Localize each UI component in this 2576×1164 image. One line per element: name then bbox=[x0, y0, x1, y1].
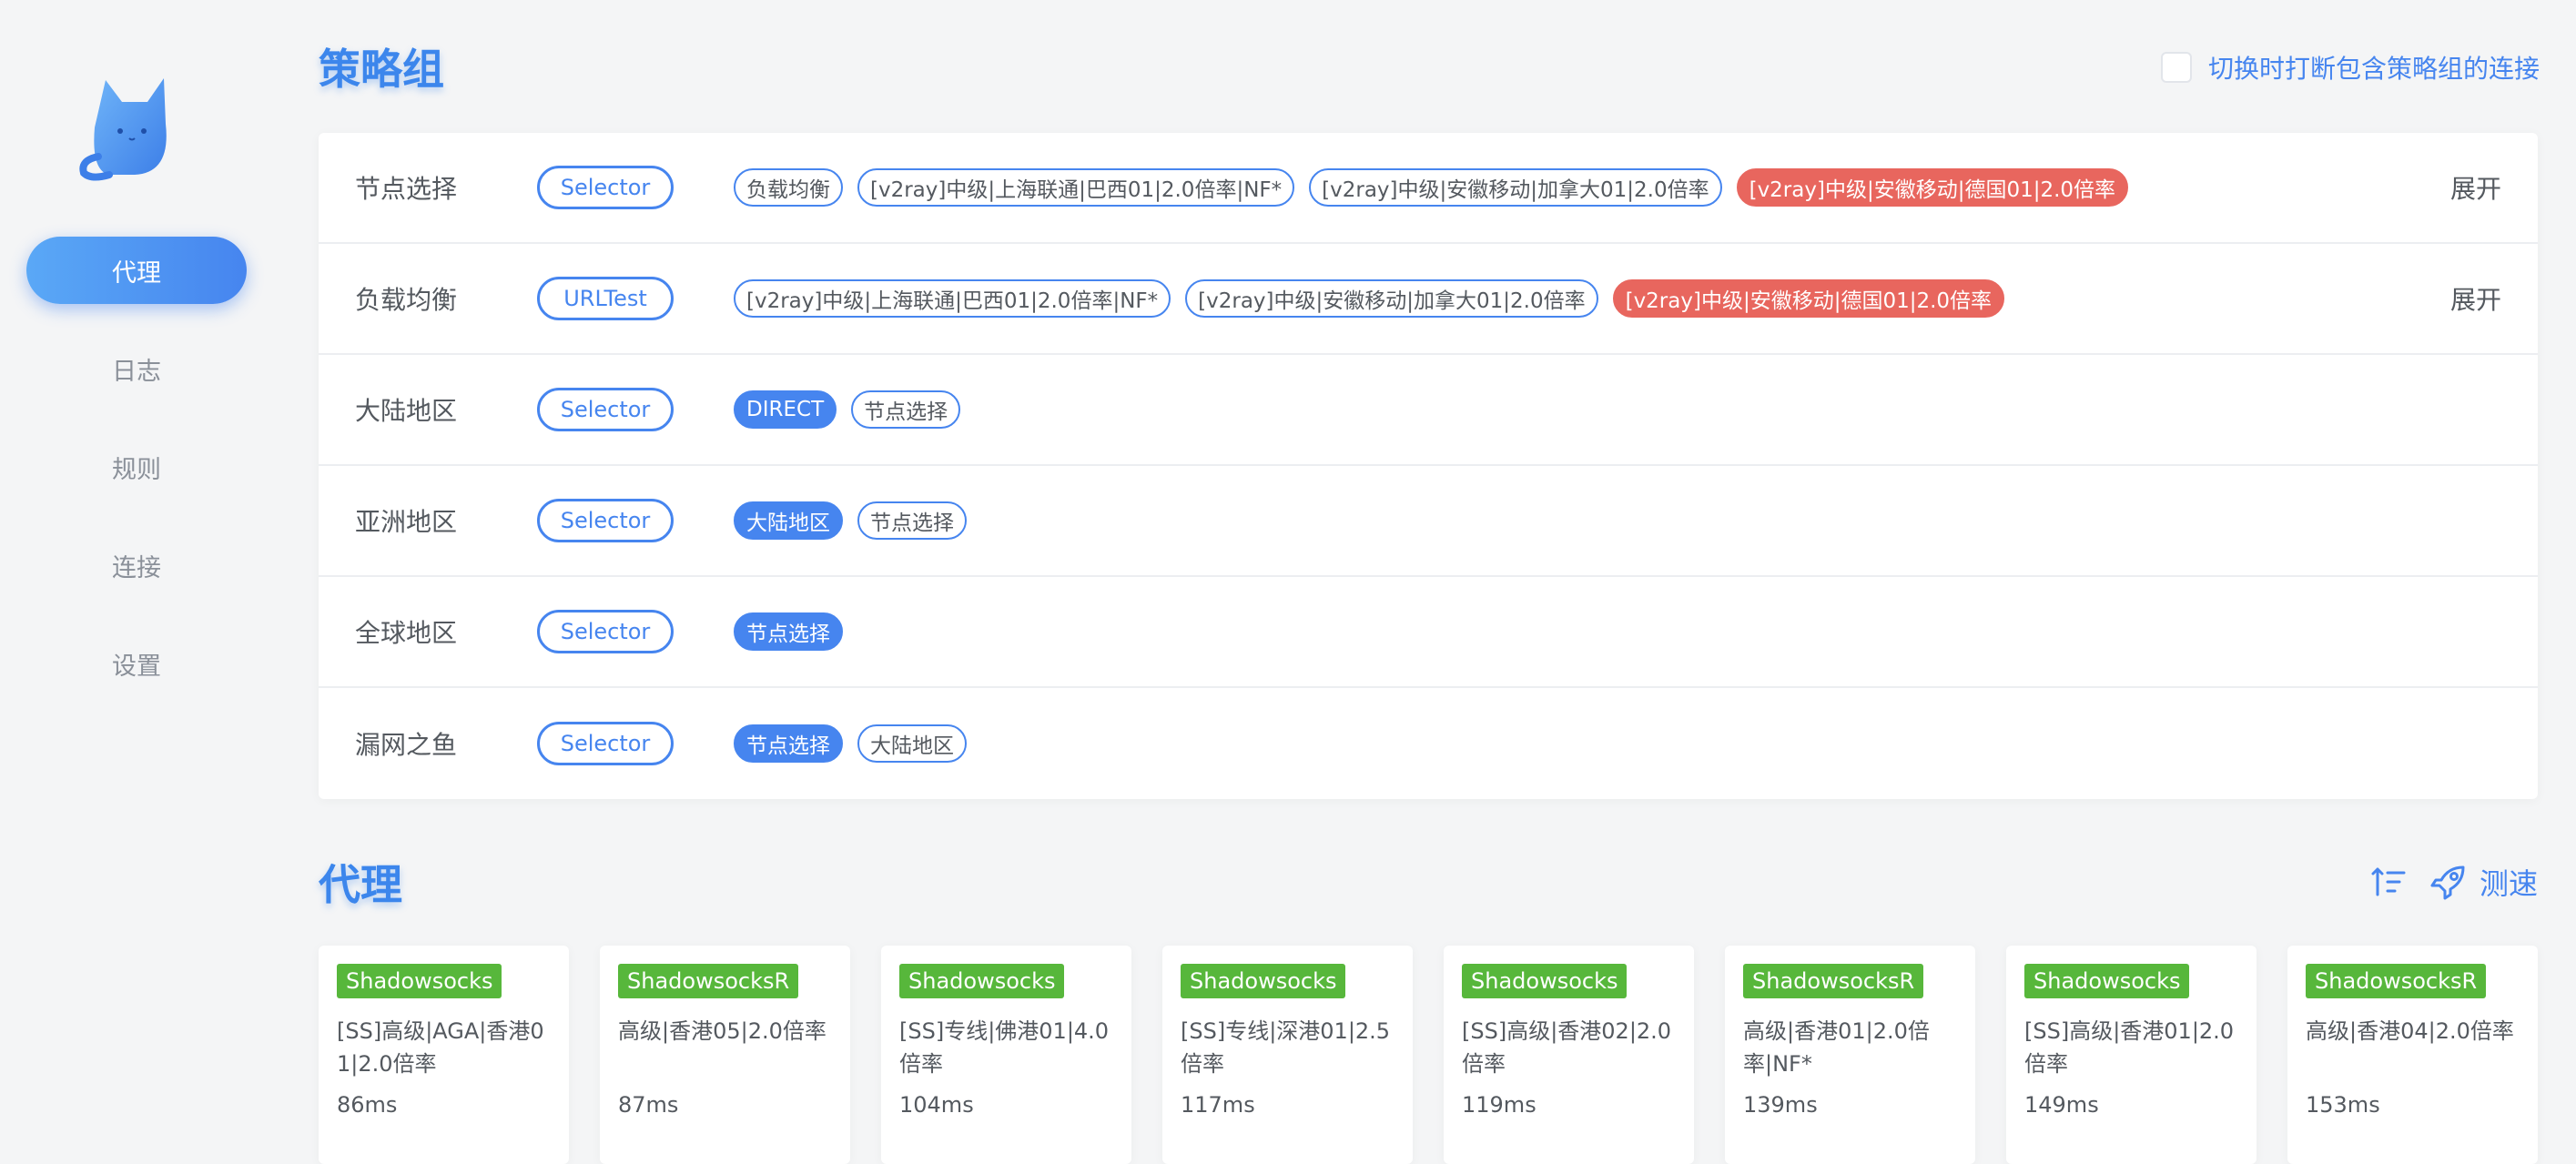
proxy-name: 高级|香港05|2.0倍率 bbox=[618, 1018, 827, 1044]
proxy-tag[interactable]: [v2ray]中级|安徽移动|加拿大01|2.0倍率 bbox=[1185, 279, 1598, 318]
group-proxy-tags: DIRECT 节点选择 bbox=[734, 390, 961, 429]
proxy-type-badge: ShadowsocksR bbox=[1743, 964, 1924, 998]
proxy-tag[interactable]: 节点选择 bbox=[734, 612, 843, 651]
proxy-delay: 87ms bbox=[618, 1092, 679, 1118]
proxy-tag[interactable]: 节点选择 bbox=[734, 724, 843, 763]
proxy-delay: 119ms bbox=[1462, 1092, 1536, 1118]
group-row: 亚洲地区 Selector 大陆地区 节点选择 bbox=[319, 466, 2538, 577]
proxy-name: 高级|香港01|2.0倍率|NF* bbox=[1743, 1018, 1930, 1077]
proxy-card[interactable]: Shadowsocks [SS]高级|香港02|2.0倍率 119ms bbox=[1444, 946, 1694, 1164]
speedtest-button[interactable]: 测速 bbox=[2480, 861, 2538, 903]
group-proxy-tags: [v2ray]中级|上海联通|巴西01|2.0倍率|NF* [v2ray]中级|安… bbox=[734, 279, 2005, 318]
proxy-delay: 139ms bbox=[1743, 1092, 1818, 1118]
sidebar: 代理 日志 规则 连接 设置 bbox=[0, 0, 273, 1159]
group-name: 全球地区 bbox=[355, 618, 458, 648]
group-type-badge: Selector bbox=[537, 166, 674, 209]
proxy-delay: 86ms bbox=[337, 1092, 398, 1118]
expand-button[interactable]: 展开 bbox=[2450, 169, 2501, 206]
group-name: 亚洲地区 bbox=[355, 507, 458, 537]
proxy-tag[interactable]: 节点选择 bbox=[851, 390, 961, 429]
proxy-type-badge: Shadowsocks bbox=[899, 964, 1065, 998]
sidebar-item-logs[interactable]: 日志 bbox=[26, 335, 247, 402]
group-type-badge: Selector bbox=[537, 388, 674, 431]
cat-logo-icon bbox=[79, 78, 167, 181]
proxy-card[interactable]: ShadowsocksR 高级|香港05|2.0倍率 87ms bbox=[600, 946, 850, 1164]
proxy-tag[interactable]: DIRECT bbox=[734, 390, 837, 429]
groups-title: 策略组 bbox=[319, 45, 444, 94]
proxy-name: 高级|香港04|2.0倍率 bbox=[2306, 1018, 2514, 1044]
interrupt-checkbox[interactable] bbox=[2160, 52, 2192, 83]
group-row: 负载均衡 URLTest [v2ray]中级|上海联通|巴西01|2.0倍率|NF*… bbox=[319, 244, 2538, 355]
proxy-tag[interactable]: 负载均衡 bbox=[734, 168, 843, 207]
sort-icon[interactable] bbox=[2370, 864, 2407, 900]
proxies-title: 代理 bbox=[319, 860, 402, 909]
proxy-tag[interactable]: [v2ray]中级|上海联通|巴西01|2.0倍率|NF* bbox=[734, 279, 1171, 318]
group-name: 负载均衡 bbox=[355, 285, 458, 315]
proxy-card[interactable]: Shadowsocks [SS]专线|佛港01|4.0倍率 104ms bbox=[881, 946, 1131, 1164]
group-proxy-tags: 大陆地区 节点选择 bbox=[734, 501, 967, 540]
expand-button[interactable]: 展开 bbox=[2450, 280, 2501, 317]
proxy-type-badge: Shadowsocks bbox=[2024, 964, 2190, 998]
proxy-name: [SS]专线|佛港01|4.0倍率 bbox=[899, 1018, 1110, 1077]
interrupt-label: 切换时打断包含策略组的连接 bbox=[2207, 54, 2540, 84]
group-row: 漏网之鱼 Selector 节点选择 大陆地区 bbox=[319, 688, 2538, 799]
group-proxy-tags: 负载均衡 [v2ray]中级|上海联通|巴西01|2.0倍率|NF* [v2ray]… bbox=[734, 168, 2129, 207]
group-type-badge: URLTest bbox=[537, 277, 674, 320]
proxy-tag[interactable]: [v2ray]中级|安徽移动|德国01|2.0倍率 bbox=[1612, 279, 2005, 318]
proxy-tag[interactable]: 节点选择 bbox=[857, 501, 967, 540]
proxy-card[interactable]: Shadowsocks [SS]高级|AGA|香港01|2.0倍率 86ms bbox=[319, 946, 569, 1164]
group-proxy-tags: 节点选择 bbox=[734, 612, 843, 651]
proxy-type-badge: ShadowsocksR bbox=[2306, 964, 2487, 998]
proxy-tag[interactable]: 大陆地区 bbox=[857, 724, 967, 763]
proxy-delay: 149ms bbox=[2024, 1092, 2099, 1118]
proxy-type-badge: Shadowsocks bbox=[1462, 964, 1628, 998]
group-type-badge: Selector bbox=[537, 610, 674, 653]
proxy-tag[interactable]: [v2ray]中级|安徽移动|加拿大01|2.0倍率 bbox=[1309, 168, 1722, 207]
proxy-name: [SS]专线|深港01|2.5倍率 bbox=[1181, 1018, 1391, 1077]
proxy-type-badge: Shadowsocks bbox=[337, 964, 502, 998]
proxy-type-badge: Shadowsocks bbox=[1181, 964, 1346, 998]
proxy-name: [SS]高级|香港01|2.0倍率 bbox=[2024, 1018, 2235, 1077]
proxy-name: [SS]高级|香港02|2.0倍率 bbox=[1462, 1018, 1672, 1077]
sidebar-item-connections[interactable]: 连接 bbox=[26, 531, 247, 599]
sidebar-nav: 代理 日志 规则 连接 设置 bbox=[26, 237, 247, 728]
group-row: 节点选择 Selector 负载均衡 [v2ray]中级|上海联通|巴西01|2.0倍… bbox=[319, 133, 2538, 244]
proxy-card[interactable]: ShadowsocksR 高级|香港04|2.0倍率 153ms bbox=[2287, 946, 2538, 1164]
sidebar-item-settings[interactable]: 设置 bbox=[26, 630, 247, 697]
proxy-cards: Shadowsocks [SS]高级|AGA|香港01|2.0倍率 86ms Shad… bbox=[319, 946, 2538, 1164]
group-name: 大陆地区 bbox=[355, 396, 458, 426]
group-type-badge: Selector bbox=[537, 499, 674, 542]
rocket-icon[interactable] bbox=[2430, 864, 2467, 900]
groups-list: 节点选择 Selector 负载均衡 [v2ray]中级|上海联通|巴西01|2.0倍… bbox=[319, 133, 2538, 799]
proxy-delay: 104ms bbox=[899, 1092, 974, 1118]
proxy-tag[interactable]: [v2ray]中级|上海联通|巴西01|2.0倍率|NF* bbox=[857, 168, 1295, 207]
proxy-tag[interactable]: 大陆地区 bbox=[734, 501, 843, 540]
sidebar-item-proxies[interactable]: 代理 bbox=[26, 237, 247, 304]
proxy-delay: 117ms bbox=[1181, 1092, 1255, 1118]
group-name: 节点选择 bbox=[355, 174, 458, 204]
group-proxy-tags: 节点选择 大陆地区 bbox=[734, 724, 967, 763]
proxy-card[interactable]: ShadowsocksR 高级|香港01|2.0倍率|NF* 139ms bbox=[1725, 946, 1975, 1164]
interrupt-toggle[interactable]: 切换时打断包含策略组的连接 bbox=[2160, 49, 2540, 86]
group-name: 漏网之鱼 bbox=[355, 730, 458, 760]
proxy-card[interactable]: Shadowsocks [SS]高级|香港01|2.0倍率 149ms bbox=[2006, 946, 2257, 1164]
proxy-tools: 测速 bbox=[2370, 861, 2538, 903]
group-type-badge: Selector bbox=[537, 722, 674, 765]
group-row: 全球地区 Selector 节点选择 bbox=[319, 577, 2538, 688]
proxy-type-badge: ShadowsocksR bbox=[618, 964, 799, 998]
group-row: 大陆地区 Selector DIRECT 节点选择 bbox=[319, 355, 2538, 466]
proxy-delay: 153ms bbox=[2306, 1092, 2380, 1118]
proxy-name: [SS]高级|AGA|香港01|2.0倍率 bbox=[337, 1018, 544, 1077]
sidebar-item-rules[interactable]: 规则 bbox=[26, 433, 247, 501]
proxy-card[interactable]: Shadowsocks [SS]专线|深港01|2.5倍率 117ms bbox=[1162, 946, 1413, 1164]
proxy-tag[interactable]: [v2ray]中级|安徽移动|德国01|2.0倍率 bbox=[1736, 168, 2129, 207]
